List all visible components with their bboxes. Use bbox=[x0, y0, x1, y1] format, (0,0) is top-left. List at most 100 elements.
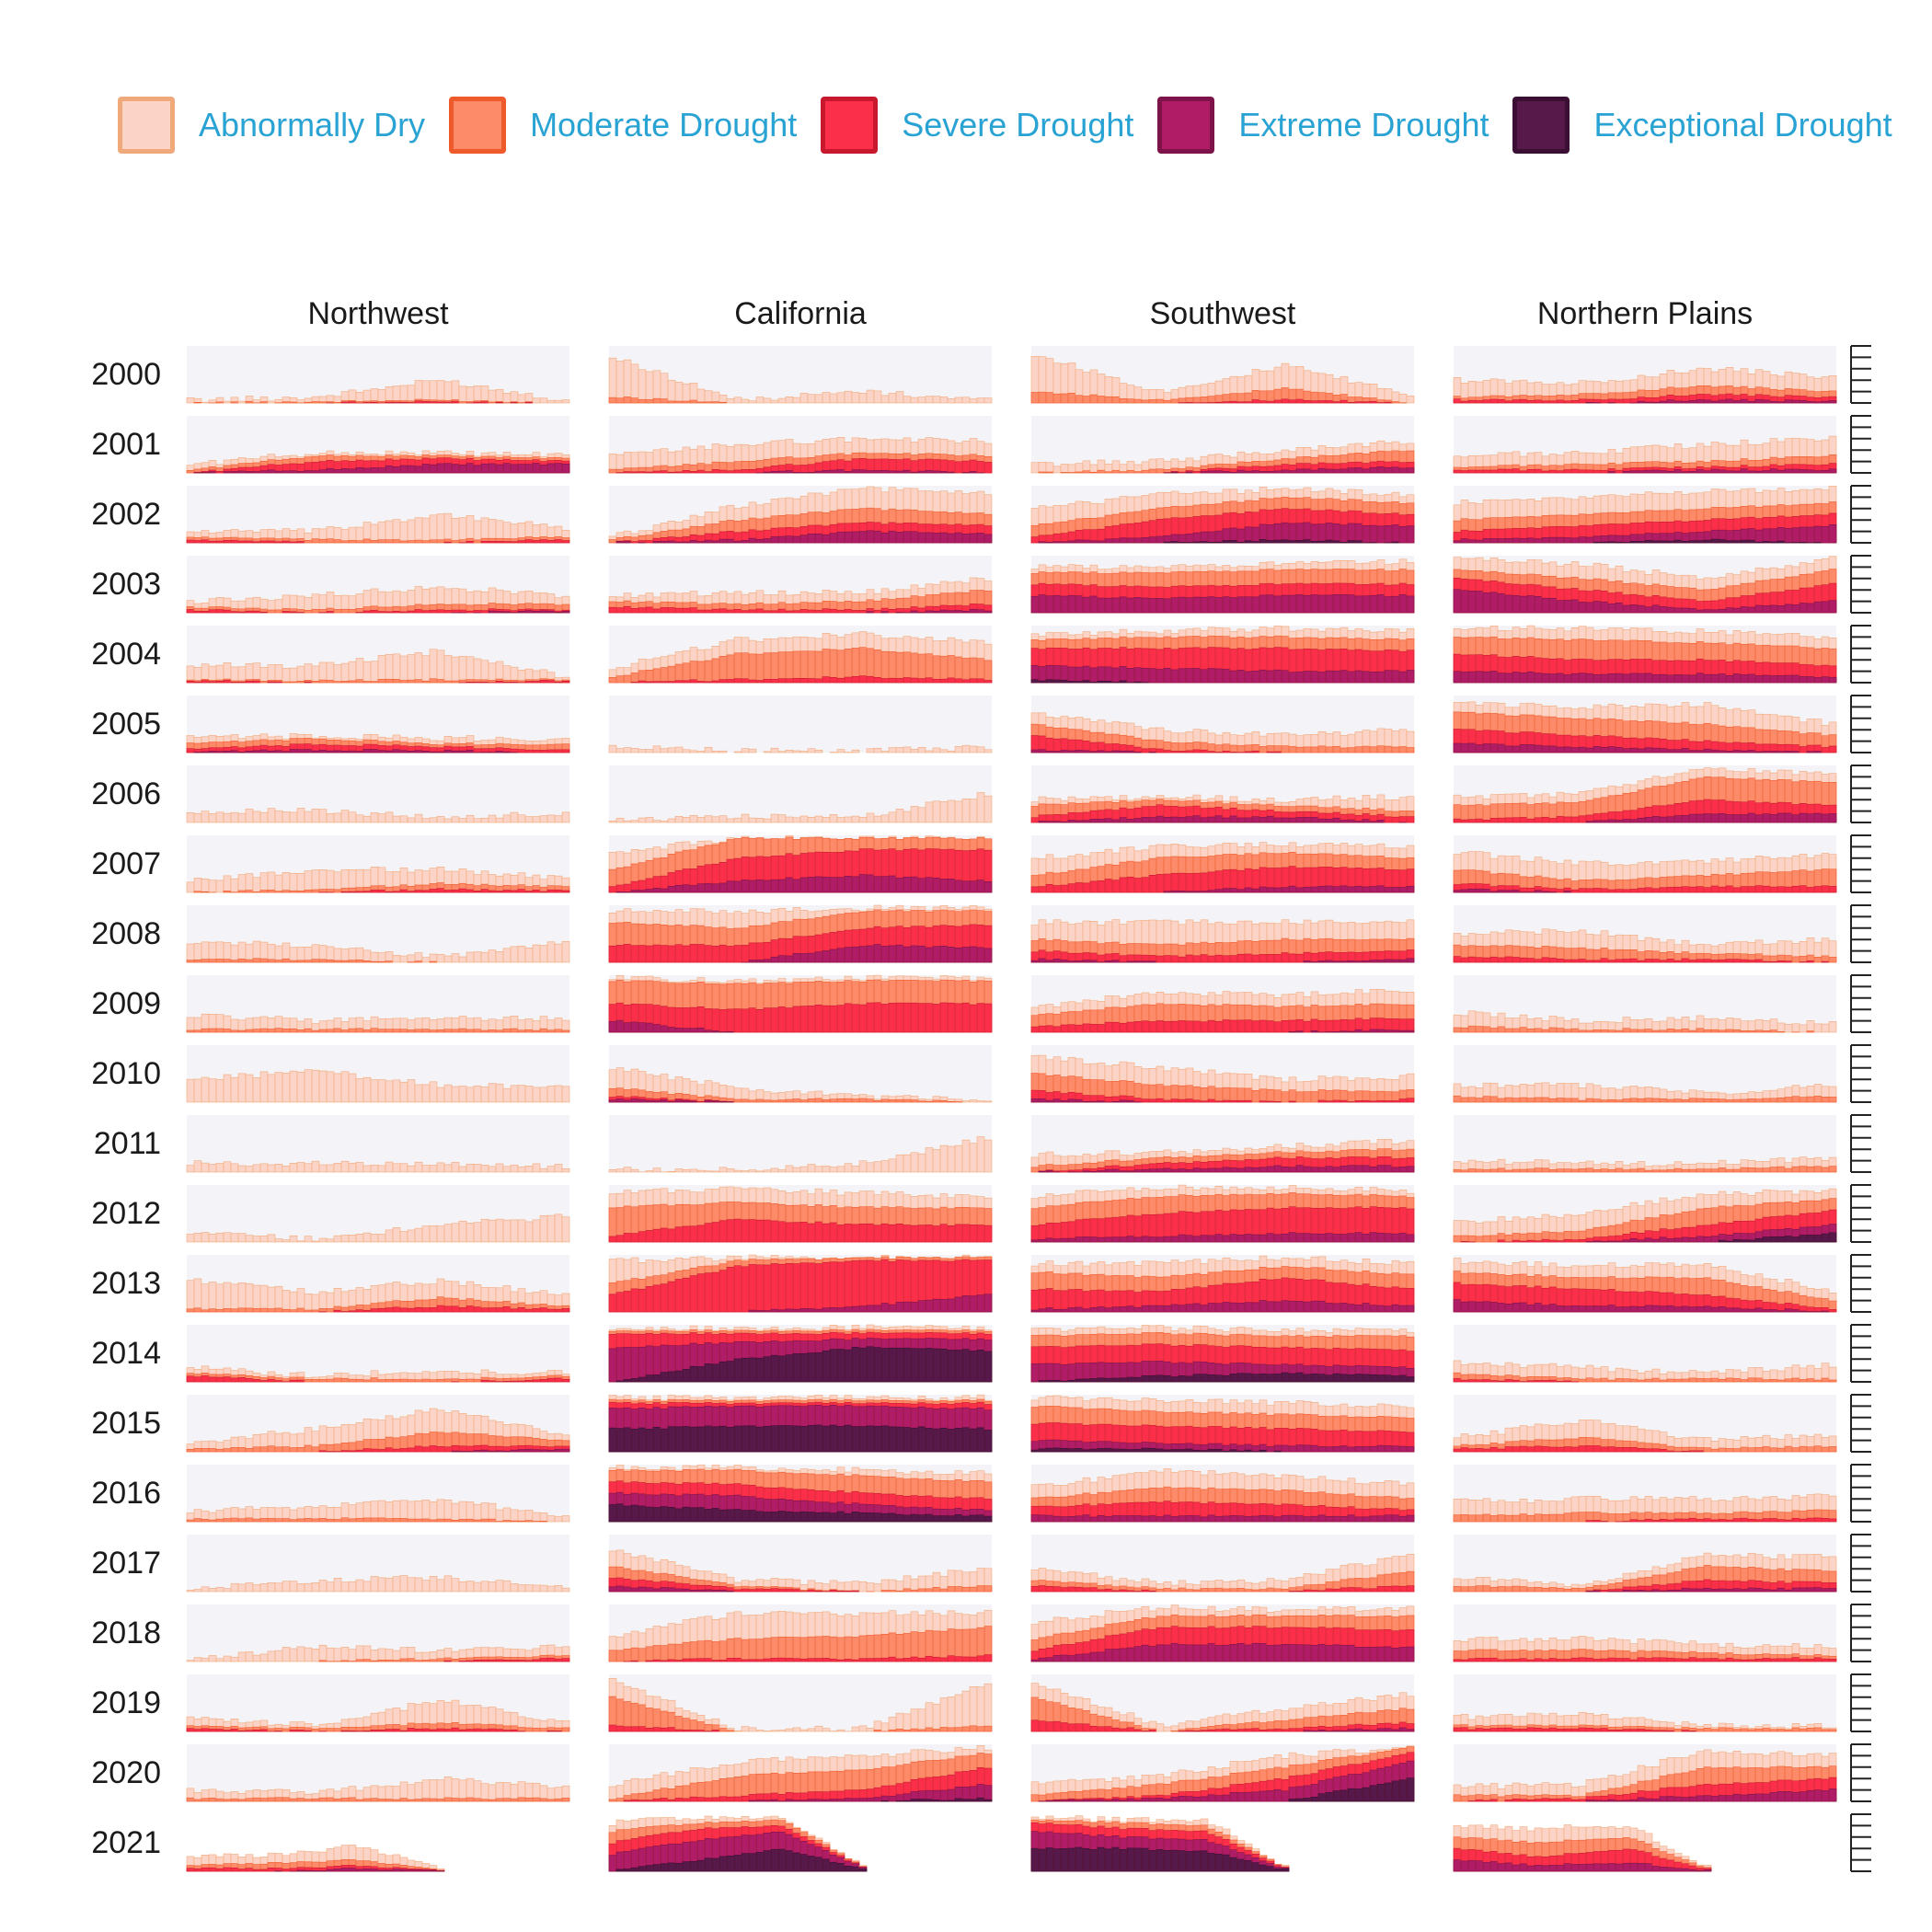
bar-extreme-drought bbox=[1637, 604, 1646, 614]
bar-extreme-drought bbox=[1512, 672, 1521, 684]
bar-abnormally-dry bbox=[414, 813, 423, 823]
bar-severe-drought bbox=[1347, 402, 1356, 404]
bar-extreme-drought bbox=[1806, 813, 1815, 823]
bar-abnormally-dry bbox=[983, 397, 993, 404]
bar-abnormally-dry bbox=[267, 400, 276, 404]
bar-abnormally-dry bbox=[748, 817, 757, 823]
bar-extreme-drought bbox=[1541, 597, 1550, 614]
bar-extreme-drought bbox=[903, 469, 912, 474]
bar-extreme-drought bbox=[674, 884, 684, 893]
bar-severe-drought bbox=[289, 541, 298, 544]
bar-extreme-drought bbox=[259, 470, 269, 474]
bar-extreme-drought bbox=[1273, 595, 1282, 614]
bar-abnormally-dry bbox=[473, 520, 482, 544]
bar-abnormally-dry bbox=[844, 816, 853, 823]
bar-moderate-drought bbox=[1104, 471, 1113, 474]
bar-extreme-drought bbox=[969, 608, 978, 614]
bar-extreme-drought bbox=[1791, 604, 1800, 614]
bar-extreme-drought bbox=[1089, 667, 1098, 684]
bar-extreme-drought bbox=[1185, 534, 1194, 544]
bar-extreme-drought bbox=[1718, 750, 1727, 753]
bar-moderate-drought bbox=[1362, 745, 1371, 753]
bar-extreme-drought bbox=[1688, 674, 1697, 684]
bar-moderate-drought bbox=[1119, 397, 1128, 404]
bar-severe-drought bbox=[1030, 536, 1040, 544]
bar-moderate-drought bbox=[630, 673, 639, 684]
bar-extreme-drought bbox=[1362, 468, 1371, 474]
bar-severe-drought bbox=[1467, 469, 1477, 474]
bar-severe-drought bbox=[429, 401, 438, 404]
bar-severe-drought bbox=[348, 401, 357, 404]
bar-extreme-drought bbox=[895, 612, 904, 614]
bar-severe-drought bbox=[201, 539, 210, 544]
bar-extreme-drought bbox=[1688, 400, 1697, 404]
bar-extreme-drought bbox=[1548, 745, 1558, 753]
bar-severe-drought bbox=[1244, 401, 1253, 404]
bar-severe-drought bbox=[370, 401, 379, 404]
bar-extreme-drought bbox=[1354, 670, 1363, 684]
bar-moderate-drought bbox=[1178, 397, 1187, 404]
bar-extreme-drought bbox=[1659, 816, 1668, 823]
bar-extreme-drought bbox=[348, 468, 357, 474]
bar-extreme-drought bbox=[1769, 814, 1778, 823]
bar-extreme-drought bbox=[1332, 523, 1341, 544]
bar-extreme-drought bbox=[1703, 673, 1712, 684]
bar-extreme-drought bbox=[888, 530, 897, 544]
bar-extreme-drought bbox=[1791, 399, 1800, 404]
bar-abnormally-dry bbox=[532, 816, 541, 823]
bar-severe-drought bbox=[546, 540, 556, 544]
bar-severe-drought bbox=[561, 890, 570, 893]
bar-severe-drought bbox=[983, 462, 993, 474]
bar-extreme-drought bbox=[1710, 673, 1719, 684]
bar-severe-drought bbox=[451, 609, 460, 614]
panel-northwest-2006 bbox=[186, 765, 570, 823]
bar-extreme-drought bbox=[1045, 750, 1054, 753]
bar-severe-drought bbox=[1332, 401, 1341, 404]
bar-exceptional-drought bbox=[1089, 682, 1098, 684]
bar-severe-drought bbox=[822, 676, 831, 684]
bar-abnormally-dry bbox=[814, 815, 823, 823]
bar-extreme-drought bbox=[223, 471, 232, 474]
bar-severe-drought bbox=[799, 465, 809, 474]
bar-moderate-drought bbox=[1391, 401, 1400, 404]
bar-extreme-drought bbox=[1615, 535, 1624, 544]
bar-extreme-drought bbox=[1570, 537, 1580, 544]
bar-extreme-drought bbox=[777, 535, 787, 544]
bar-extreme-drought bbox=[1391, 670, 1400, 684]
year-label: 2003 bbox=[91, 567, 161, 602]
bar-extreme-drought bbox=[554, 463, 563, 474]
bar-abnormally-dry bbox=[755, 818, 765, 823]
bar-exceptional-drought bbox=[1354, 540, 1363, 544]
bar-exceptional-drought bbox=[1119, 680, 1128, 684]
bar-extreme-drought bbox=[1170, 669, 1179, 684]
bar-abnormally-dry bbox=[245, 809, 254, 823]
bar-abnormally-dry bbox=[667, 379, 676, 404]
bar-severe-drought bbox=[932, 679, 941, 684]
bar-abnormally-dry bbox=[502, 393, 512, 404]
bar-extreme-drought bbox=[844, 531, 853, 544]
bar-extreme-drought bbox=[1097, 750, 1106, 753]
bar-extreme-drought bbox=[230, 471, 239, 474]
bar-extreme-drought bbox=[1460, 742, 1469, 753]
bar-severe-drought bbox=[763, 678, 772, 684]
bar-abnormally-dry bbox=[1060, 464, 1069, 474]
bar-extreme-drought bbox=[1060, 541, 1069, 544]
bar-moderate-drought bbox=[704, 660, 713, 684]
bar-extreme-drought bbox=[1828, 600, 1837, 614]
bar-severe-drought bbox=[1391, 816, 1400, 823]
bar-severe-drought bbox=[524, 749, 534, 753]
bar-extreme-drought bbox=[1769, 604, 1778, 614]
bar-severe-drought bbox=[546, 680, 556, 684]
bar-exceptional-drought bbox=[1681, 541, 1690, 544]
bar-severe-drought bbox=[414, 890, 423, 893]
bar-extreme-drought bbox=[763, 471, 772, 474]
bar-severe-drought bbox=[814, 678, 823, 684]
bar-severe-drought bbox=[1163, 750, 1172, 753]
bar-extreme-drought bbox=[1097, 540, 1106, 544]
bar-extreme-drought bbox=[1045, 595, 1054, 614]
bar-severe-drought bbox=[1229, 400, 1238, 404]
bar-extreme-drought bbox=[370, 749, 379, 753]
bar-abnormally-dry bbox=[785, 816, 794, 823]
bar-extreme-drought bbox=[1747, 470, 1756, 474]
bar-severe-drought bbox=[1089, 742, 1098, 753]
